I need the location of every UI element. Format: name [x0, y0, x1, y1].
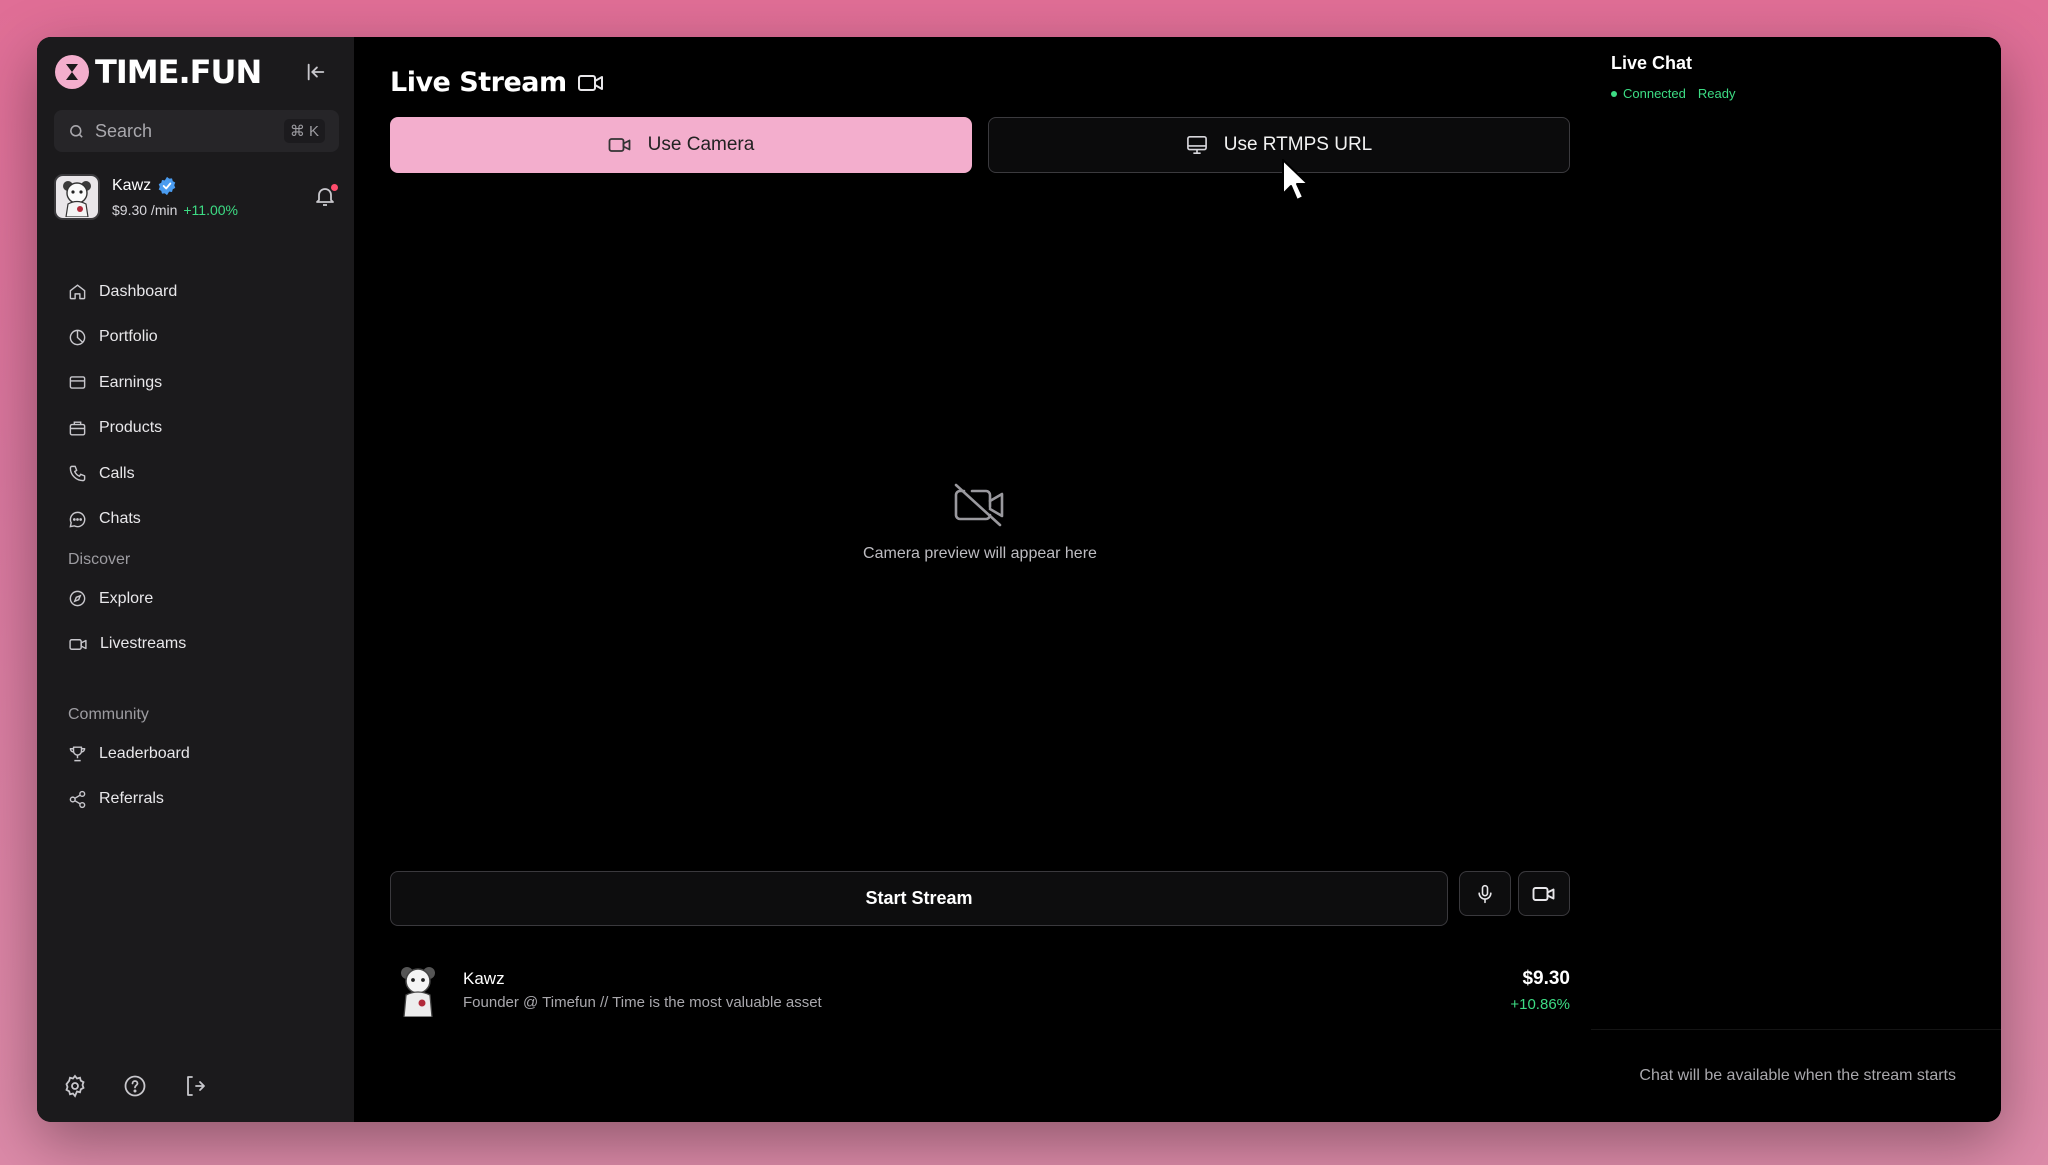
camera-preview-placeholder: Camera preview will appear here [863, 545, 1097, 562]
notifications-bell-icon[interactable] [313, 184, 339, 210]
collapse-sidebar-icon[interactable] [303, 59, 329, 85]
page-title: Live Stream [390, 67, 605, 98]
user-name: Kawz [112, 177, 152, 194]
sidebar-item-label: Calls [99, 464, 135, 482]
user-rate: $9.30 /min [112, 202, 178, 218]
notification-dot [331, 184, 338, 191]
sidebar-item-leaderboard[interactable]: Leaderboard [54, 731, 339, 777]
user-rate-change: +11.00% [183, 202, 238, 218]
mouse-pointer-icon [1282, 159, 1309, 201]
monitor-icon [1186, 136, 1207, 154]
streamer-price: $9.30 [1522, 967, 1570, 989]
message-icon [69, 511, 86, 528]
chat-title: Live Chat [1611, 53, 1693, 73]
sidebar-item-label: Leaderboard [99, 744, 190, 762]
search-placeholder: Search [95, 120, 153, 141]
streamer-bio: Founder @ Timefun // Time is the most va… [463, 994, 822, 1011]
search-input[interactable]: Search ⌘ K [54, 110, 339, 152]
share-icon [69, 790, 86, 808]
brand-name: TIME.FUN [95, 53, 262, 91]
main-panel: Live Stream Use Camera Use RTMPS URL Cam… [354, 37, 1591, 1122]
use-camera-button[interactable]: Use Camera [390, 117, 972, 173]
app-window: TIME.FUN Search ⌘ K Kawz $9.30 /min +11.… [37, 37, 2001, 1122]
camera-preview-area: Camera preview will appear here [390, 483, 1570, 563]
logout-icon[interactable] [183, 1074, 207, 1098]
sidebar-item-referrals[interactable]: Referrals [54, 777, 339, 823]
section-title-discover: Discover [68, 551, 131, 568]
trophy-icon [69, 746, 86, 762]
use-camera-label: Use Camera [647, 134, 755, 155]
avatar[interactable] [390, 962, 445, 1018]
video-icon [69, 638, 87, 650]
page-title-text: Live Stream [390, 67, 567, 98]
sidebar-item-label: Dashboard [99, 282, 178, 300]
discover-nav: Discover Explore Livestreams [54, 544, 339, 667]
package-icon [69, 421, 86, 436]
live-chat-panel: Live Chat Connected Ready Chat will be a… [1591, 37, 2001, 1122]
chat-divider [1591, 1029, 2001, 1030]
video-camera-icon [608, 138, 631, 152]
status-ready: Ready [1697, 86, 1736, 101]
streamer-info-bar: Kawz Founder @ Timefun // Time is the mo… [390, 960, 1570, 1020]
camera-toggle-button[interactable] [1518, 871, 1570, 916]
sidebar-item-calls[interactable]: Calls [54, 451, 339, 497]
main-nav: Dashboard Portfolio Earnings Products Ca… [54, 269, 339, 542]
search-icon [70, 124, 83, 138]
use-rtmps-url-button[interactable]: Use RTMPS URL [988, 117, 1570, 173]
avatar [54, 174, 100, 220]
video-camera-icon [577, 74, 603, 91]
microphone-icon [1478, 884, 1492, 903]
gear-icon[interactable] [63, 1074, 87, 1098]
sidebar-item-label: Livestreams [100, 635, 187, 653]
compass-icon [69, 590, 86, 607]
sidebar-item-label: Explore [99, 589, 154, 607]
sidebar-item-chats[interactable]: Chats [54, 497, 339, 543]
verified-badge-icon [158, 176, 176, 196]
sidebar-item-label: Earnings [99, 373, 163, 391]
status-dot [1611, 90, 1617, 97]
sidebar-item-portfolio[interactable]: Portfolio [54, 315, 339, 361]
video-camera-icon [1532, 886, 1555, 901]
wallet-icon [69, 376, 86, 390]
sidebar-item-earnings[interactable]: Earnings [54, 360, 339, 406]
chat-empty-message: Chat will be available when the stream s… [1639, 1067, 1956, 1084]
pie-chart-icon [69, 329, 86, 346]
sidebar-item-label: Products [99, 419, 163, 437]
community-nav: Community Leaderboard Referrals [54, 699, 339, 822]
sidebar-item-explore[interactable]: Explore [54, 576, 339, 622]
sidebar-item-label: Portfolio [99, 328, 158, 346]
brand-logo[interactable]: TIME.FUN [55, 53, 262, 91]
microphone-toggle-button[interactable] [1459, 871, 1511, 916]
status-connected: Connected [1623, 86, 1686, 101]
start-stream-button[interactable]: Start Stream [390, 871, 1448, 926]
camera-off-icon [954, 483, 1004, 527]
sidebar-item-dashboard[interactable]: Dashboard [54, 269, 339, 315]
chat-status: Connected Ready [1611, 86, 1735, 101]
user-profile-card[interactable]: Kawz $9.30 /min +11.00% [54, 171, 339, 223]
sidebar-item-livestreams[interactable]: Livestreams [54, 622, 339, 668]
streamer-name[interactable]: Kawz [463, 969, 1510, 989]
sidebar-item-products[interactable]: Products [54, 406, 339, 452]
hourglass-logo-icon [55, 55, 89, 89]
sidebar-footer [63, 1074, 207, 1098]
streamer-price-change: +10.86% [1510, 995, 1570, 1013]
sidebar-item-label: Chats [99, 510, 141, 528]
sidebar: TIME.FUN Search ⌘ K Kawz $9.30 /min +11.… [37, 37, 354, 1122]
help-icon[interactable] [123, 1074, 147, 1098]
sidebar-item-label: Referrals [99, 790, 164, 808]
use-rtmps-url-label: Use RTMPS URL [1223, 134, 1373, 155]
phone-icon [69, 465, 86, 482]
home-icon [69, 284, 86, 300]
section-title-community: Community [68, 706, 149, 723]
search-shortcut: ⌘ K [283, 119, 325, 143]
